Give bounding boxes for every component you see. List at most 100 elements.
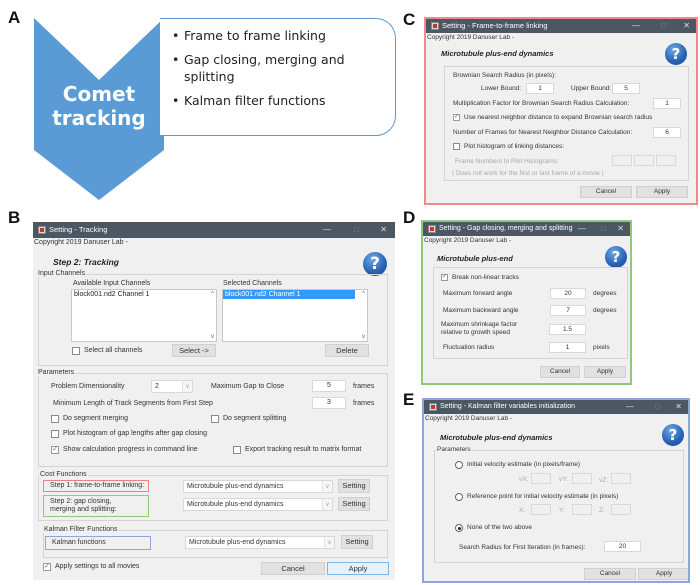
x-label: X: <box>519 507 526 514</box>
note-text: ( Does not work for the first or last fr… <box>452 170 604 177</box>
scroll-down-icon[interactable]: v <box>362 334 365 340</box>
apply-all-checkbox[interactable]: ✓ <box>43 563 51 571</box>
scroll-down-icon[interactable]: v <box>211 334 214 340</box>
plot-histogram-checkbox[interactable] <box>51 430 59 438</box>
frame-number-input-1[interactable] <box>612 155 632 166</box>
initial-velocity-radio[interactable] <box>455 461 463 469</box>
export-label: Export tracking result to matrix format <box>245 446 362 453</box>
step2-setting-button[interactable]: Setting <box>338 497 370 511</box>
y-input[interactable] <box>572 504 592 515</box>
plot-hist-checkbox[interactable] <box>453 143 460 150</box>
help-icon[interactable]: ? <box>662 424 684 446</box>
maximize-button[interactable]: □ <box>601 222 606 236</box>
segment-merging-checkbox[interactable] <box>51 415 59 423</box>
apply-button[interactable]: Apply <box>327 562 389 575</box>
fwd-angle-input[interactable]: 20 <box>550 288 586 299</box>
mult-factor-input[interactable]: 1 <box>653 98 681 109</box>
bwd-angle-label: Maximum backward angle <box>443 307 519 314</box>
vz-input[interactable] <box>611 473 631 484</box>
apply-button[interactable]: Apply <box>636 186 688 198</box>
fluct-label: Fluctuation radius <box>443 344 495 351</box>
chevron-down-icon[interactable]: ∨ <box>322 499 332 510</box>
list-item[interactable]: block001.nd2 Channel 1 <box>72 290 216 299</box>
kalman-setting-button[interactable]: Setting <box>341 535 373 549</box>
chevron-down-icon[interactable]: ∨ <box>322 481 332 492</box>
app-icon <box>429 403 437 411</box>
bwd-angle-input[interactable]: 7 <box>550 305 586 316</box>
close-button[interactable]: ✕ <box>380 222 387 238</box>
z-input[interactable] <box>611 504 631 515</box>
parameters-label: Parameters <box>37 369 76 376</box>
panel-label-c: C <box>403 10 416 29</box>
help-icon[interactable]: ? <box>363 252 387 276</box>
step2-cost-value: Microtubule plus-end dynamics <box>187 501 284 508</box>
title-bar: Setting - Kalman filter variables initia… <box>424 400 688 414</box>
none-radio[interactable] <box>455 524 463 532</box>
selected-channels-list[interactable]: block001.nd2 Channel 1 ^ v <box>222 289 368 342</box>
export-checkbox[interactable] <box>233 446 241 454</box>
shrink-input[interactable]: 1.5 <box>549 324 586 335</box>
scroll-up-icon[interactable]: ^ <box>362 291 365 297</box>
app-icon <box>38 226 46 234</box>
cancel-button[interactable]: Cancel <box>261 562 325 575</box>
minimize-button[interactable]: — <box>626 400 634 414</box>
fluct-input[interactable]: 1 <box>549 342 586 353</box>
cancel-button[interactable]: Cancel <box>540 366 580 378</box>
apply-button[interactable]: Apply <box>638 568 688 580</box>
kalman-init-window: Setting - Kalman filter variables initia… <box>422 398 690 583</box>
help-icon[interactable]: ? <box>605 246 627 268</box>
select-all-label: Select all channels <box>84 347 143 354</box>
kalman-functions-select[interactable]: Microtubule plus-end dynamics ∨ <box>185 536 335 549</box>
title-bar: Setting - Gap closing, merging and split… <box>423 222 630 236</box>
nearest-neighbor-checkbox[interactable]: ✓ <box>453 114 460 121</box>
reference-point-radio[interactable] <box>455 493 463 501</box>
step1-cost-select[interactable]: Microtubule plus-end dynamics ∨ <box>183 480 333 493</box>
chevron-down-icon[interactable]: ∨ <box>324 537 334 548</box>
maximize-button[interactable]: □ <box>354 222 359 238</box>
x-input[interactable] <box>531 504 551 515</box>
scroll-up-icon[interactable]: ^ <box>211 291 214 297</box>
minimize-button[interactable]: — <box>323 222 331 238</box>
dimensionality-select[interactable]: 2 ∨ <box>151 380 193 393</box>
min-length-input[interactable]: 3 <box>312 397 346 409</box>
step1-setting-button[interactable]: Setting <box>338 479 370 493</box>
frame-number-input-2[interactable] <box>634 155 654 166</box>
cancel-button[interactable]: Cancel <box>584 568 636 580</box>
chevron-down-icon[interactable]: ∨ <box>182 381 192 392</box>
fluct-unit: pixels <box>593 344 610 351</box>
frame-numbers-label: Frame Numbers to Plot Histograms: <box>455 158 559 165</box>
frame-number-input-3[interactable] <box>656 155 676 166</box>
max-gap-input[interactable]: 5 <box>312 380 346 392</box>
list-item-selected[interactable]: block001.nd2 Channel 1 <box>223 290 355 299</box>
upper-bound-input[interactable]: 5 <box>612 83 640 94</box>
delete-button[interactable]: Delete <box>325 344 369 357</box>
segment-splitting-checkbox[interactable] <box>211 415 219 423</box>
search-radius-input[interactable]: 20 <box>604 541 641 552</box>
cancel-button[interactable]: Cancel <box>580 186 632 198</box>
vx-input[interactable] <box>531 473 551 484</box>
break-nonlinear-label: Break non-linear tracks <box>452 274 519 281</box>
kalman-group-label: Kalman Filter Functions <box>43 526 119 533</box>
segment-splitting-label: Do segment splitting <box>223 415 287 422</box>
maximize-button[interactable]: □ <box>661 19 666 33</box>
none-label: None of the two above <box>467 524 533 531</box>
apply-button[interactable]: Apply <box>584 366 626 378</box>
maximize-button[interactable]: □ <box>655 400 660 414</box>
select-all-checkbox[interactable] <box>72 347 80 355</box>
show-progress-checkbox[interactable]: ✓ <box>51 446 59 454</box>
help-icon[interactable]: ? <box>665 43 687 65</box>
shrink-label: Maximum shrinkage factor relative to gro… <box>441 321 517 337</box>
available-channels-list[interactable]: block001.nd2 Channel 1 ^ v <box>71 289 217 342</box>
step2-cost-select[interactable]: Microtubule plus-end dynamics ∨ <box>183 498 333 511</box>
lower-bound-input[interactable]: 1 <box>526 83 554 94</box>
close-button[interactable]: ✕ <box>617 222 624 236</box>
minimize-button[interactable]: — <box>632 19 640 33</box>
close-button[interactable]: ✕ <box>675 400 682 414</box>
minimize-button[interactable]: — <box>578 222 586 236</box>
close-button[interactable]: ✕ <box>683 19 690 33</box>
break-nonlinear-checkbox[interactable]: ✓ <box>441 274 448 281</box>
app-icon <box>431 22 439 30</box>
vy-input[interactable] <box>572 473 592 484</box>
nn-frames-input[interactable]: 6 <box>653 127 681 138</box>
select-button[interactable]: Select -> <box>172 344 216 357</box>
